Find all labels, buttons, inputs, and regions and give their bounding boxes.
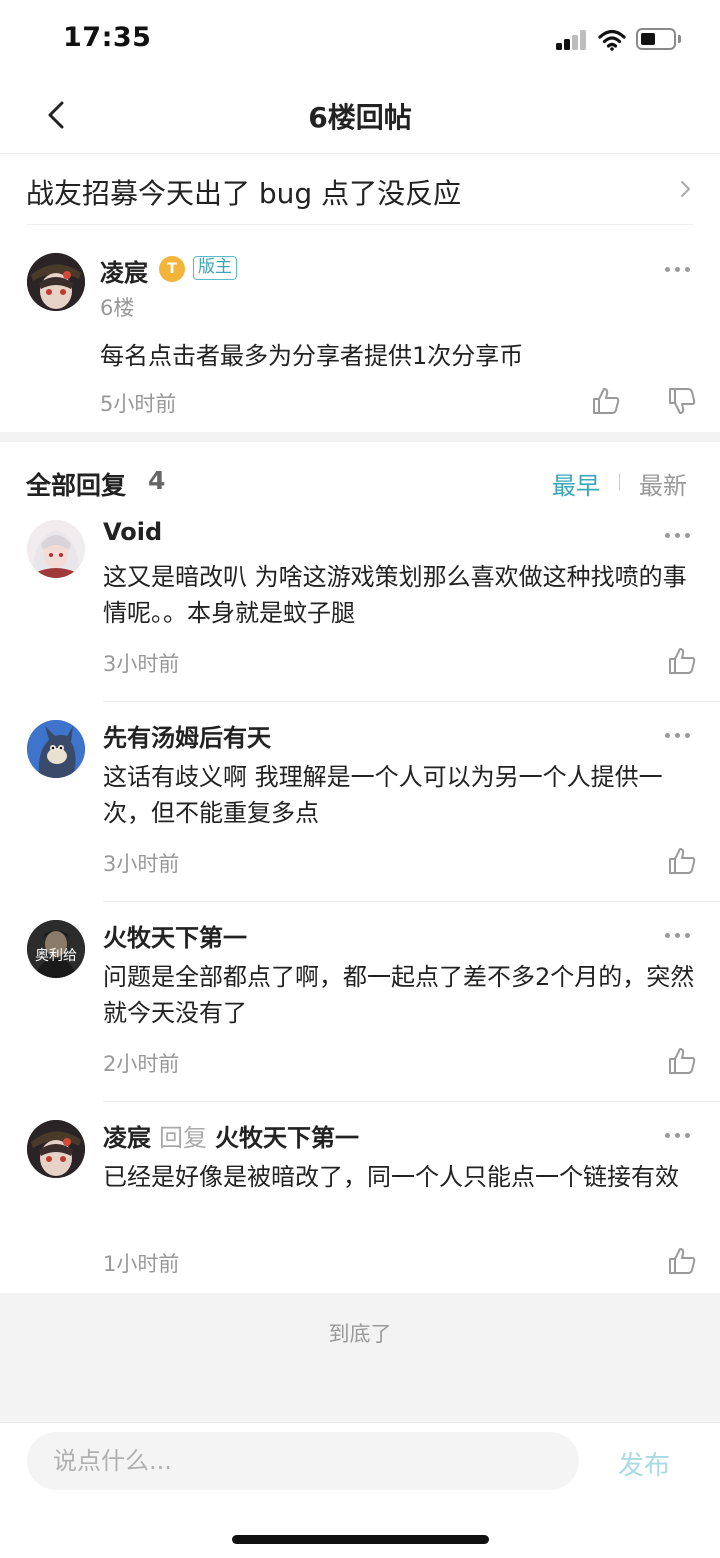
reply-author: 凌宸 回复 火牧天下第一 — [103, 1118, 359, 1153]
reply-author[interactable]: 火牧天下第一 — [103, 918, 247, 953]
reply-item: 先有汤姆后有天 这话有歧义啊 我理解是一个人可以为另一个人提供一次，但不能重复多… — [0, 702, 720, 902]
more-options-icon[interactable] — [665, 932, 691, 940]
reply-item: Void 这又是暗改叭 为啥这游戏策划那么喜欢做这种找喷的事情呢。。本身就是蚊子… — [0, 502, 720, 702]
more-options-icon[interactable] — [665, 266, 691, 274]
post-time: 5小时前 — [100, 392, 177, 416]
replies-count: 4 — [148, 466, 166, 495]
post-content: 每名点击者最多为分享者提供1次分享币 — [100, 342, 524, 370]
sort-earliest-tab[interactable]: 最早 — [552, 466, 600, 501]
battery-tip — [678, 35, 681, 43]
section-divider — [0, 432, 720, 442]
thumbs-down-icon[interactable] — [667, 386, 697, 416]
end-of-list-text: 到底了 — [328, 1322, 392, 1346]
thumbs-up-icon[interactable] — [667, 1046, 697, 1076]
sort-newest-tab[interactable]: 最新 — [639, 466, 687, 501]
thumbs-up-icon[interactable] — [667, 1246, 697, 1276]
avatar[interactable] — [27, 1120, 85, 1178]
post-author[interactable]: 凌宸 — [100, 253, 148, 288]
more-options-icon[interactable] — [665, 732, 691, 740]
reply-time: 3小时前 — [103, 852, 180, 876]
reply-author[interactable]: Void — [103, 518, 162, 546]
reply-time: 1小时前 — [103, 1252, 180, 1276]
publish-button[interactable]: 发布 — [618, 1445, 670, 1482]
cellular-signal-icon — [556, 30, 588, 50]
avatar[interactable] — [27, 253, 85, 311]
status-time: 17:35 — [63, 22, 152, 53]
thread-title-link[interactable]: 战友招募今天出了 bug 点了没反应 — [26, 155, 694, 225]
reply-to-user[interactable]: 火牧天下第一 — [215, 1124, 359, 1152]
replies-label: 全部回复 — [26, 471, 127, 500]
floor-number: 6楼 — [100, 296, 135, 320]
thumbs-up-icon[interactable] — [667, 646, 697, 676]
sort-divider — [619, 473, 620, 491]
avatar[interactable] — [27, 520, 85, 578]
chevron-right-icon — [681, 181, 690, 197]
reply-time: 2小时前 — [103, 1052, 180, 1076]
avatar[interactable]: 奥利给 — [27, 920, 85, 978]
level-badge: T — [159, 256, 185, 282]
comment-bar: 发布 — [0, 1423, 720, 1558]
more-options-icon[interactable] — [665, 1132, 691, 1140]
home-indicator[interactable] — [232, 1535, 489, 1544]
moderator-badge: 版主 — [193, 256, 237, 280]
reply-text: 问题是全部都点了啊，都一起点了差不多2个月的，突然就今天没有了 — [103, 963, 695, 1027]
battery-icon — [636, 28, 676, 50]
main-post: 凌宸 T 版主 6楼 每名点击者最多为分享者提供1次分享币 5小时前 — [0, 226, 720, 432]
more-options-icon[interactable] — [665, 532, 691, 540]
reply-text: 已经是好像是被暗改了，同一个人只能点一个链接有效 — [103, 1163, 679, 1191]
nav-bar: 6楼回帖 — [0, 80, 720, 154]
reply-item: 奥利给 火牧天下第一 问题是全部都点了啊，都一起点了差不多2个月的，突然就今天没… — [0, 902, 720, 1102]
wifi-icon — [598, 29, 626, 51]
avatar[interactable] — [27, 720, 85, 778]
thumbs-up-icon[interactable] — [591, 386, 621, 416]
thumbs-up-icon[interactable] — [667, 846, 697, 876]
reply-author-name[interactable]: 凌宸 — [103, 1124, 151, 1152]
reply-text: 这话有歧义啊 我理解是一个人可以为另一个人提供一次，但不能重复多点 — [103, 763, 663, 827]
page-title: 6楼回帖 — [308, 101, 412, 134]
avatar-caption: 奥利给 — [35, 947, 77, 964]
reply-text: 这又是暗改叭 为啥这游戏策划那么喜欢做这种找喷的事情呢。。本身就是蚊子腿 — [103, 563, 687, 627]
thread-title: 战友招募今天出了 bug 点了没反应 — [26, 177, 462, 210]
end-of-list: 到底了 — [0, 1293, 720, 1423]
reply-to-label: 回复 — [159, 1124, 207, 1152]
status-bar: 17:35 — [0, 0, 720, 80]
reply-item: 凌宸 回复 火牧天下第一 已经是好像是被暗改了，同一个人只能点一个链接有效 1小时前 — [0, 1102, 720, 1293]
reply-author[interactable]: 先有汤姆后有天 — [103, 718, 271, 753]
comment-input[interactable] — [27, 1432, 579, 1490]
reply-time: 3小时前 — [103, 652, 180, 676]
